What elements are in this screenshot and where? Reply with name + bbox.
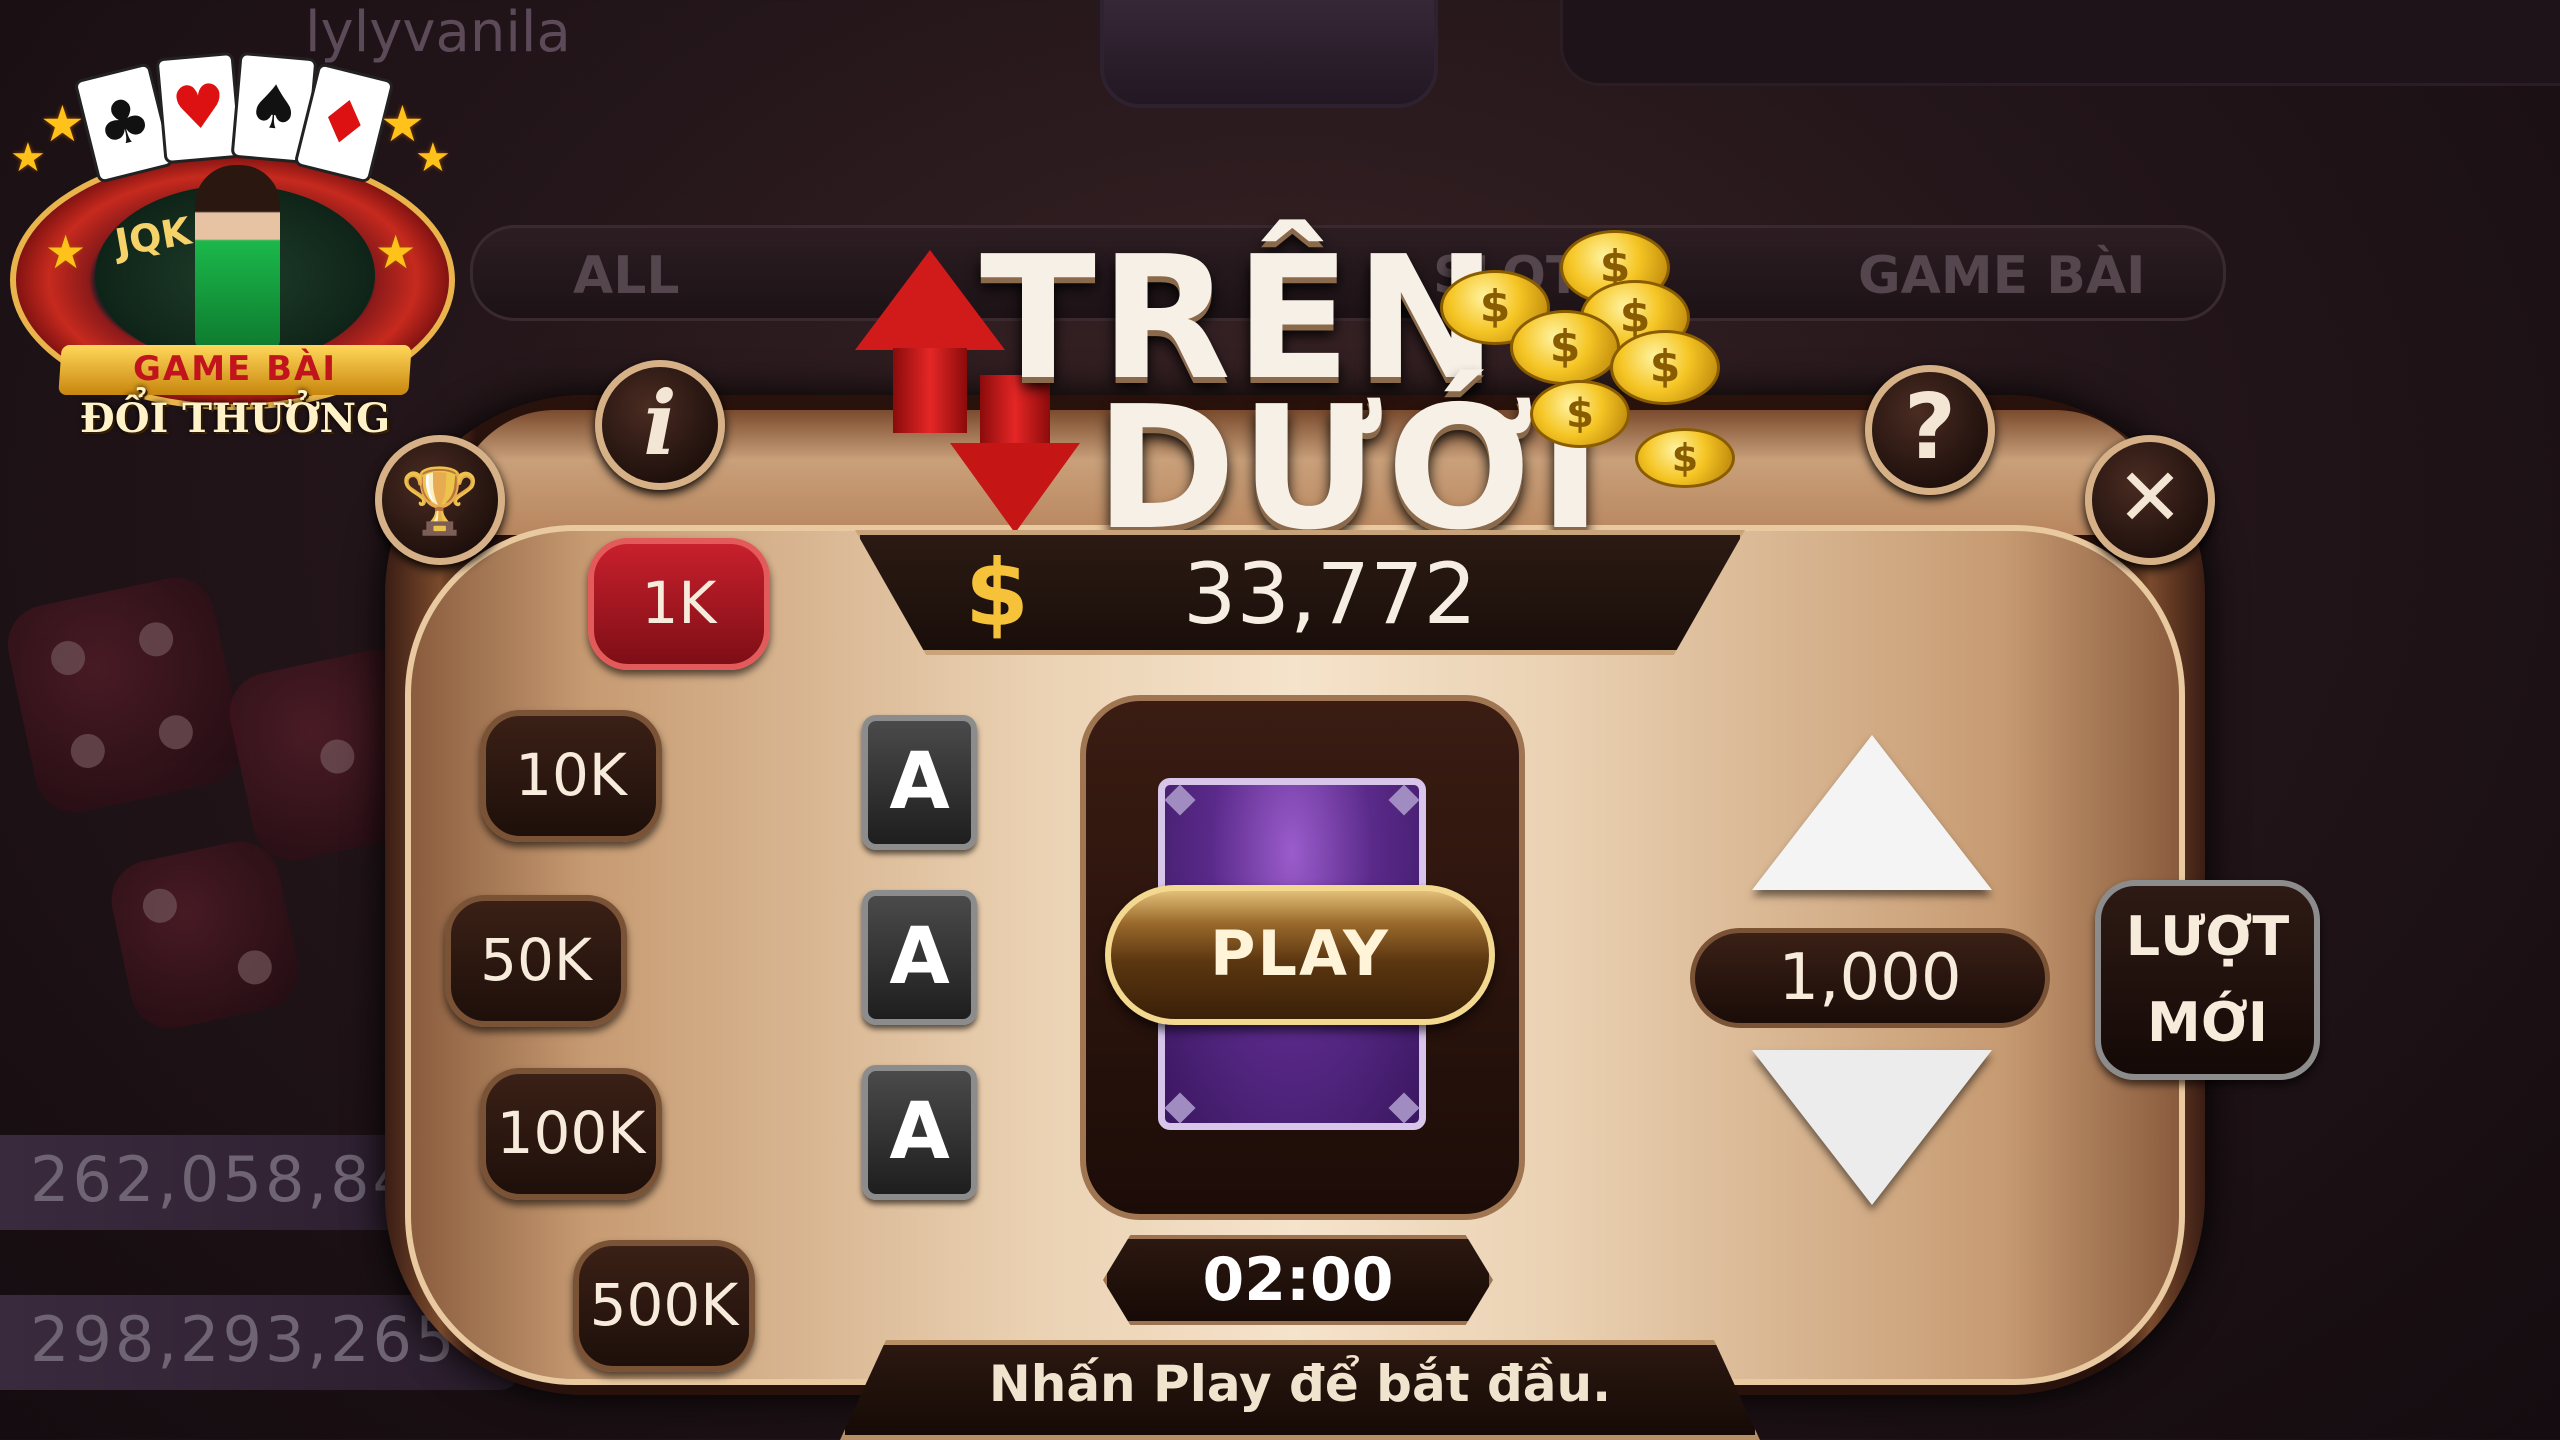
trophy-button[interactable]: 🏆 bbox=[375, 435, 505, 565]
lobby-dice bbox=[104, 834, 306, 1036]
star-icon: ★ bbox=[10, 135, 46, 181]
bet-amount: 1,000 bbox=[1690, 928, 2050, 1028]
new-turn-label-line1: LƯỢT bbox=[2125, 905, 2290, 968]
chip-100k-button[interactable]: 100K bbox=[480, 1068, 662, 1200]
chip-500k-button[interactable]: 500K bbox=[573, 1240, 755, 1372]
ace-card: A bbox=[862, 715, 977, 850]
balance-value: 33,772 bbox=[1183, 545, 1477, 643]
logo-mascot bbox=[195, 165, 280, 350]
play-button[interactable]: PLAY bbox=[1105, 885, 1495, 1025]
chip-10k-button[interactable]: 10K bbox=[480, 710, 662, 842]
ace-card: A bbox=[862, 890, 977, 1025]
new-turn-button[interactable]: LƯỢT MỚI bbox=[2095, 880, 2320, 1080]
coin-stack-icon: $ $ $ $ $ $ $ bbox=[1430, 210, 1750, 490]
star-icon: ★ bbox=[415, 135, 451, 181]
ace-card: A bbox=[862, 1065, 977, 1200]
help-icon: ? bbox=[1903, 375, 1957, 480]
info-icon: i bbox=[643, 371, 677, 475]
logo-banner-text: GAME BÀI bbox=[133, 349, 337, 389]
lobby-tab-game-bai[interactable]: GAME BÀI bbox=[1858, 246, 2146, 306]
info-button[interactable]: i bbox=[595, 360, 725, 490]
countdown-timer: 02:00 bbox=[1103, 1235, 1493, 1325]
status-message: Nhấn Play để bắt đầu. bbox=[988, 1355, 1612, 1413]
increase-bet-button[interactable] bbox=[1752, 735, 1992, 890]
lobby-dice bbox=[0, 570, 250, 820]
close-icon: ✕ bbox=[2116, 451, 2184, 544]
dollar-icon: $ bbox=[965, 540, 1030, 647]
chip-1k-button[interactable]: 1K bbox=[588, 538, 770, 670]
decrease-bet-button[interactable] bbox=[1752, 1050, 1992, 1205]
logo-subtitle: ĐỔI THƯỞNG bbox=[79, 395, 391, 442]
chip-50k-button[interactable]: 50K bbox=[445, 895, 627, 1027]
new-turn-label-line2: MỚI bbox=[2147, 991, 2268, 1054]
game-bai-doi-thuong-logo: ♣ ♥ ♠ ♦ ★ ★ ★ ★ ★ ★ JQK GAME BÀI ĐỔI THƯ… bbox=[0, 0, 470, 450]
lobby-tab-all[interactable]: ALL bbox=[573, 246, 680, 306]
lobby-jackpot-value: 298,293,265 bbox=[30, 1303, 458, 1376]
lobby-top-panel bbox=[1560, 0, 2560, 86]
star-icon: ★ bbox=[375, 225, 417, 279]
lobby-avatar bbox=[1100, 0, 1438, 108]
star-icon: ★ bbox=[40, 95, 85, 153]
close-button[interactable]: ✕ bbox=[2085, 435, 2215, 565]
help-button[interactable]: ? bbox=[1865, 365, 1995, 495]
trophy-icon: 🏆 bbox=[400, 465, 480, 539]
logo-card-hearts: ♥ bbox=[155, 51, 243, 165]
star-icon: ★ bbox=[45, 225, 87, 279]
